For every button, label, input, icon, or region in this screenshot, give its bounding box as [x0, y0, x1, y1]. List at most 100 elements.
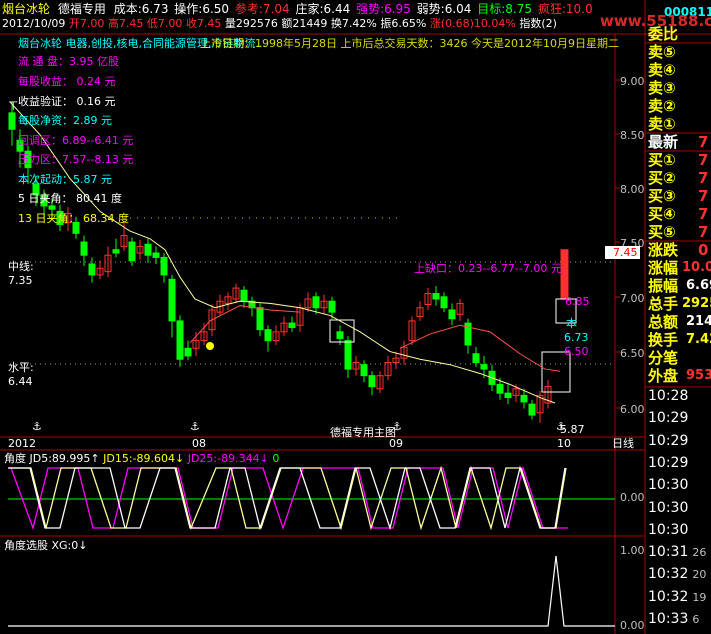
candle-body: [432, 293, 440, 300]
tick-time: 10:31: [648, 544, 689, 561]
candle-body: [128, 241, 136, 262]
angle-label: 角度: [4, 452, 26, 465]
xg-value: XG:0↓: [51, 539, 88, 552]
price-tick: 7.00: [620, 292, 645, 305]
select-zero-tick: 0.00: [620, 619, 645, 632]
candle-body: [176, 320, 184, 360]
level-label: 水平:: [8, 361, 34, 374]
candle-body: [112, 249, 120, 254]
target-value: 目标:8.75: [477, 2, 533, 16]
stock-name[interactable]: 烟台冰轮: [2, 2, 50, 16]
tick-time: 10:29: [648, 410, 689, 427]
candle-body: [80, 241, 88, 256]
stat-amplitude-row: 振幅6.69: [648, 277, 711, 295]
jd15-value: JD15:-89.604↓: [103, 452, 185, 465]
bid-1-row[interactable]: 买① 7: [646, 151, 711, 169]
candle-body: [288, 322, 296, 328]
jd15-line: [9, 465, 567, 531]
angle5-text: 5 日夹角： 80.41 度: [18, 192, 122, 205]
ask-4-row[interactable]: 卖④: [646, 61, 711, 79]
candle-body: [328, 300, 336, 313]
dealer-value: 庄家:6.44: [295, 2, 351, 16]
tick-volume: 26: [692, 546, 707, 560]
select-label: 角度选股: [4, 539, 48, 552]
arrow-icon: ⊤: [8, 99, 18, 113]
candle-body: [480, 364, 488, 370]
ask-5-row[interactable]: 卖⑤: [646, 43, 711, 61]
tick-time: 10:28: [648, 388, 689, 404]
period-tab[interactable]: 日线: [612, 437, 634, 450]
low-mark: 5.87: [560, 423, 585, 436]
candle-body: [88, 263, 96, 276]
price-tick: 9.00: [620, 75, 645, 88]
jd5-value: JD5:89.995↑: [29, 452, 100, 465]
info-volume: 量292576: [224, 17, 278, 30]
bid-5-row[interactable]: 买⑤ 7: [646, 223, 711, 241]
ask-2-row[interactable]: 卖②: [646, 97, 711, 115]
tick-volume: 20: [692, 568, 707, 582]
stat-pct-row: 涨幅10.04: [648, 259, 711, 277]
ask-ratio-row: 委比: [648, 25, 679, 43]
candle-body: [496, 383, 504, 394]
bid-4-row[interactable]: 买④ 7: [646, 205, 711, 223]
rebound-text: 回调区：6.89--6.41 元: [18, 134, 134, 147]
ask-3-row[interactable]: 卖③: [646, 79, 711, 97]
bid-2-row[interactable]: 买② 7: [646, 169, 711, 187]
ask-1-row[interactable]: 卖①: [646, 115, 711, 133]
candle-body: [184, 347, 192, 357]
listing-text: 上市日期：1998年5月28日 上市后总交易天数：3426 今天是2012年10…: [200, 37, 619, 50]
last-candle-body: [560, 249, 569, 300]
info-close: 收7.45: [185, 17, 222, 30]
tick-row: 10:30: [648, 522, 688, 538]
midline-label: 中线:: [8, 260, 34, 273]
stat-turnover-row: 换手7.42: [648, 331, 711, 349]
info-change: 涨(0.68)10.04%: [429, 17, 516, 30]
info-open: 开7.00: [68, 17, 105, 30]
info-amount: 额21449: [281, 17, 328, 30]
price-tick: 8.00: [620, 183, 645, 196]
stat-volume-row: 总手2925: [648, 295, 711, 313]
tick-time: 10:32: [648, 566, 689, 583]
strong-value: 强势:6.95: [356, 2, 411, 16]
info-index: 指数(2): [519, 17, 557, 30]
tick-row: 10:29: [648, 433, 688, 449]
gap-text: 上缺口：0.23--6.77--7.00 元: [414, 262, 562, 275]
box-low: 6.50: [564, 345, 589, 358]
bid-3-row[interactable]: 买③ 7: [646, 187, 711, 205]
eps-text: 每股收益： 0.24 元: [18, 75, 116, 88]
candle-body: [520, 394, 528, 403]
crazy-value: 疯狂:10.0: [537, 2, 593, 16]
info-date: 2012/10/09: [2, 17, 66, 30]
select-one-tick: 1.00: [620, 544, 645, 557]
candle-body: [160, 256, 168, 276]
candle-body: [336, 331, 344, 339]
candle-body: [440, 296, 448, 309]
tick-time: 10:33: [648, 611, 689, 627]
tick-row: 10:32 20: [648, 566, 706, 583]
tradable-value: 3.95 亿股: [69, 55, 119, 68]
tick-row: 10:32 19: [648, 589, 706, 606]
cost-value: 成本:6.73: [113, 2, 169, 16]
info-turnover: 换7.42%: [330, 17, 377, 30]
jd25-value: JD25:-89.344↓: [187, 452, 269, 465]
candle-body: [240, 289, 248, 302]
stat-amount-row: 总额 214: [648, 313, 711, 331]
price-tick: 6.00: [620, 403, 645, 416]
angle-zero-tick: 0.00: [620, 491, 645, 504]
box-lower: [541, 351, 571, 393]
candle-body: [528, 403, 536, 416]
candle-body: [344, 340, 352, 370]
info-low: 低7.00: [146, 17, 183, 30]
tick-row: 10:29: [648, 455, 688, 471]
tick-row: 10:30: [648, 477, 688, 493]
indicator-name[interactable]: 德福专用: [58, 2, 106, 16]
info-amplitude: 振6.65%: [380, 17, 427, 30]
pressure-text: 压力区：7.57--8.13 元: [18, 153, 134, 166]
tick-time: 10:30: [648, 521, 689, 538]
tradable-label: 流 通 盘：: [18, 55, 69, 68]
candle-body: [152, 252, 160, 258]
tick-time: 10:32: [648, 588, 689, 605]
tick-volume: 6: [692, 613, 700, 626]
tick-time: 10:29: [648, 454, 689, 471]
operation-value: 操作:6.50: [174, 2, 230, 16]
